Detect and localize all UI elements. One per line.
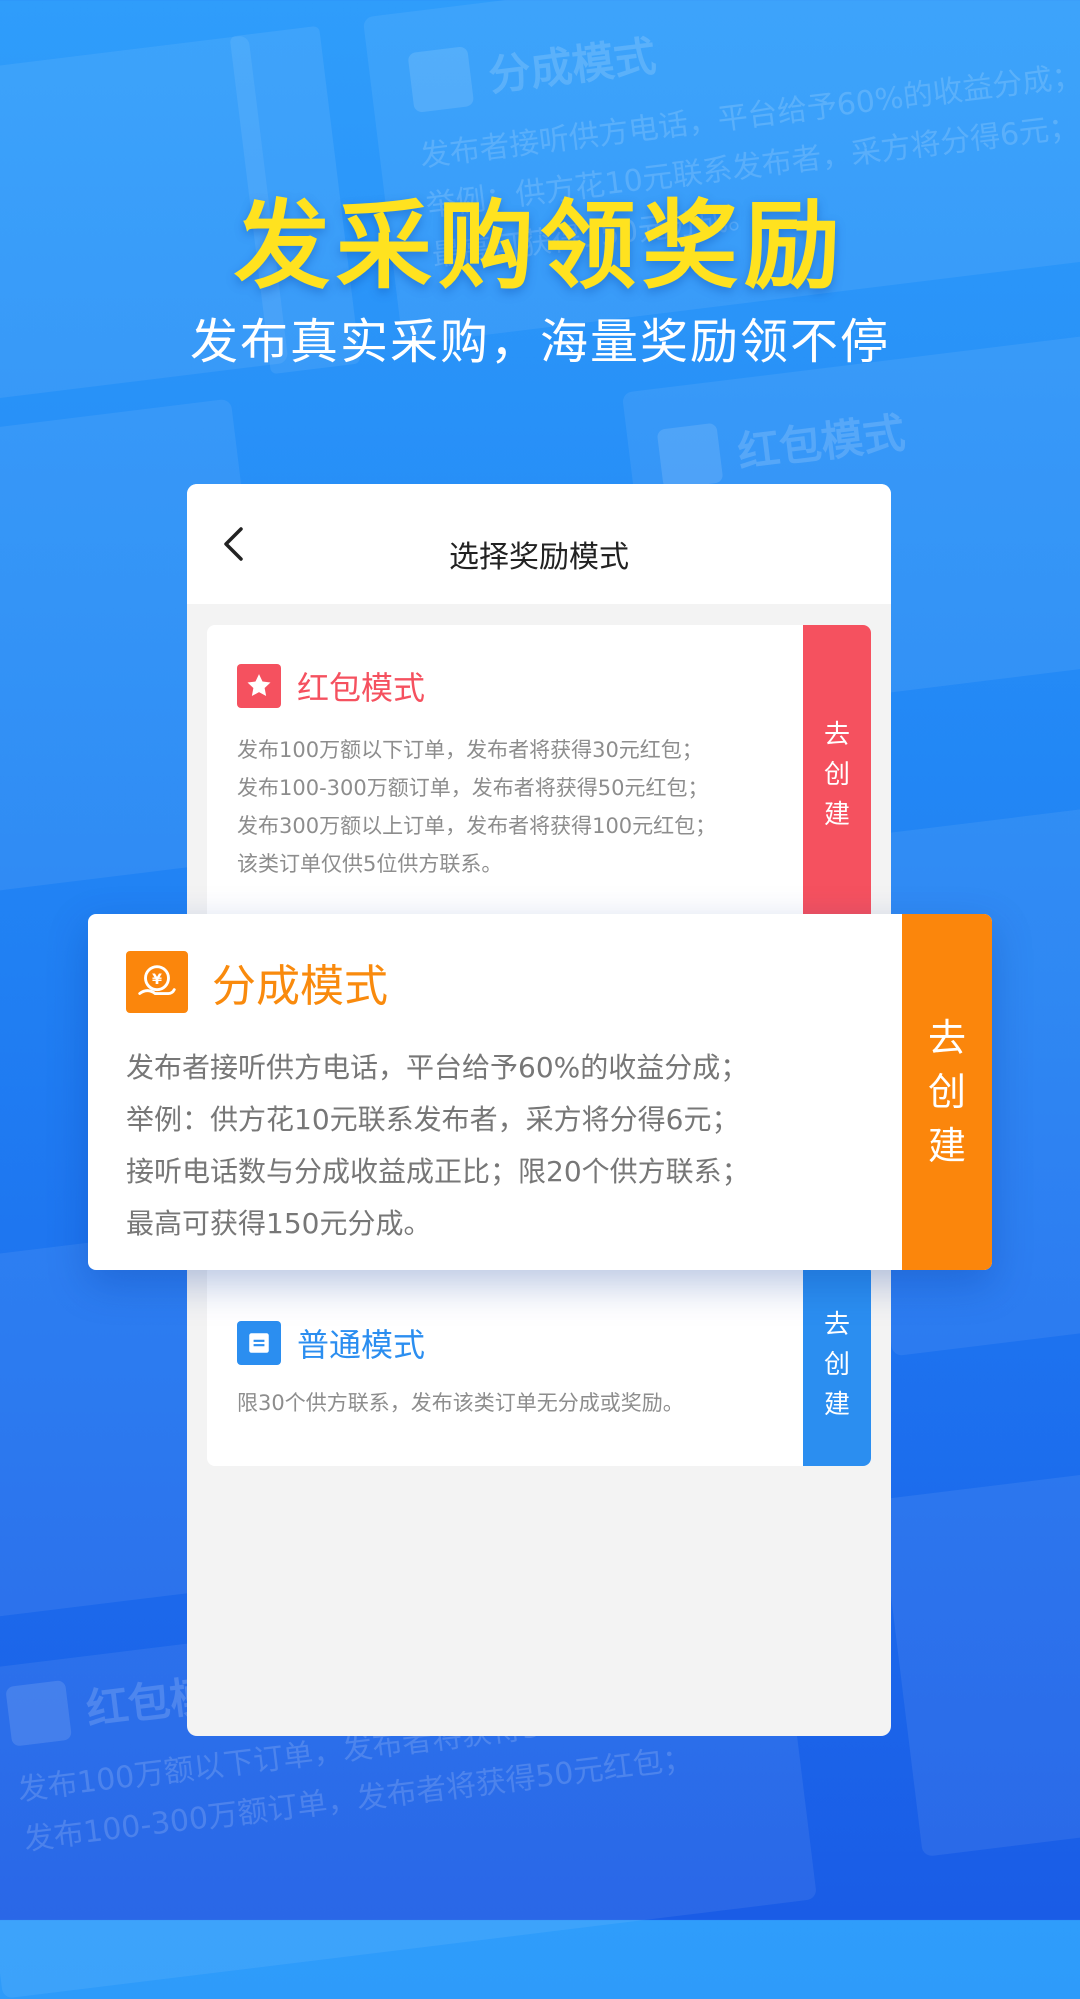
red-packet-title: 红包模式 xyxy=(297,669,426,707)
bg-yuan-icon xyxy=(407,45,475,113)
bg-star-icon xyxy=(5,1679,73,1747)
normal-line-1: 限30个供方联系，发布该类订单无分成或奖励。 xyxy=(237,1391,684,1415)
bg-title: 红包模式 xyxy=(734,407,908,478)
hero-title: 发采购领奖励 xyxy=(234,190,846,302)
star-icon xyxy=(237,664,281,708)
button-char: 创 xyxy=(823,1350,850,1380)
card-revenue-share: ¥ 分成模式 发布者接听供方电话，平台给予60%的收益分成； 举例：供方花10元… xyxy=(88,914,992,1270)
button-char: 创 xyxy=(927,1070,966,1114)
button-char: 去 xyxy=(823,720,850,750)
revenue-share-line-2: 举例：供方花10元联系发布者，采方将分得6元； xyxy=(126,1103,740,1136)
document-icon xyxy=(237,1321,281,1365)
button-char: 建 xyxy=(927,1124,966,1168)
bg-star-icon xyxy=(656,422,724,490)
normal-title: 普通模式 xyxy=(297,1326,426,1364)
red-packet-line-4: 该类订单仅供5位供方联系。 xyxy=(237,852,503,876)
red-packet-line-3: 发布300万额以上订单，发布者将获得100元红包； xyxy=(237,814,717,838)
button-char: 去 xyxy=(927,1016,966,1060)
red-packet-line-1: 发布100万额以下订单，发布者将获得30元红包； xyxy=(237,738,703,762)
red-packet-line-2: 发布100-300万额订单，发布者将获得50元红包； xyxy=(237,776,709,800)
bg-title: 分成模式 xyxy=(485,31,659,101)
button-char: 建 xyxy=(823,1390,850,1420)
nav-bar: 选择奖励模式 xyxy=(187,484,891,604)
button-char: 去 xyxy=(823,1310,850,1340)
button-char: 建 xyxy=(823,800,850,830)
svg-text:¥: ¥ xyxy=(152,972,162,988)
revenue-share-line-4: 最高可获得150元分成。 xyxy=(126,1207,432,1240)
revenue-share-line-1: 发布者接听供方电话，平台给予60%的收益分成； xyxy=(126,1051,749,1084)
screen-title: 选择奖励模式 xyxy=(449,540,629,575)
card-normal: 普通模式 限30个供方联系，发布该类订单无分成或奖励。 去 创 建 xyxy=(207,1264,871,1466)
hero-subtitle: 发布真实采购，海量奖励领不停 xyxy=(189,314,890,370)
bg-card-share-bottom xyxy=(879,1463,1080,1857)
normal-create-button[interactable]: 去 创 建 xyxy=(803,1264,871,1466)
card-red-packet: 红包模式 发布100万额以下订单，发布者将获得30元红包； 发布100-300万… xyxy=(207,625,871,925)
yuan-hand-icon: ¥ xyxy=(126,951,188,1013)
revenue-share-title: 分成模式 xyxy=(212,961,388,1012)
button-char: 创 xyxy=(823,760,850,790)
revenue-share-line-3: 接听电话数与分成收益成正比；限20个供方联系； xyxy=(126,1155,750,1188)
red-packet-create-button[interactable]: 去 创 建 xyxy=(803,625,871,925)
revenue-share-create-button[interactable]: 去 创 建 xyxy=(902,914,992,1270)
